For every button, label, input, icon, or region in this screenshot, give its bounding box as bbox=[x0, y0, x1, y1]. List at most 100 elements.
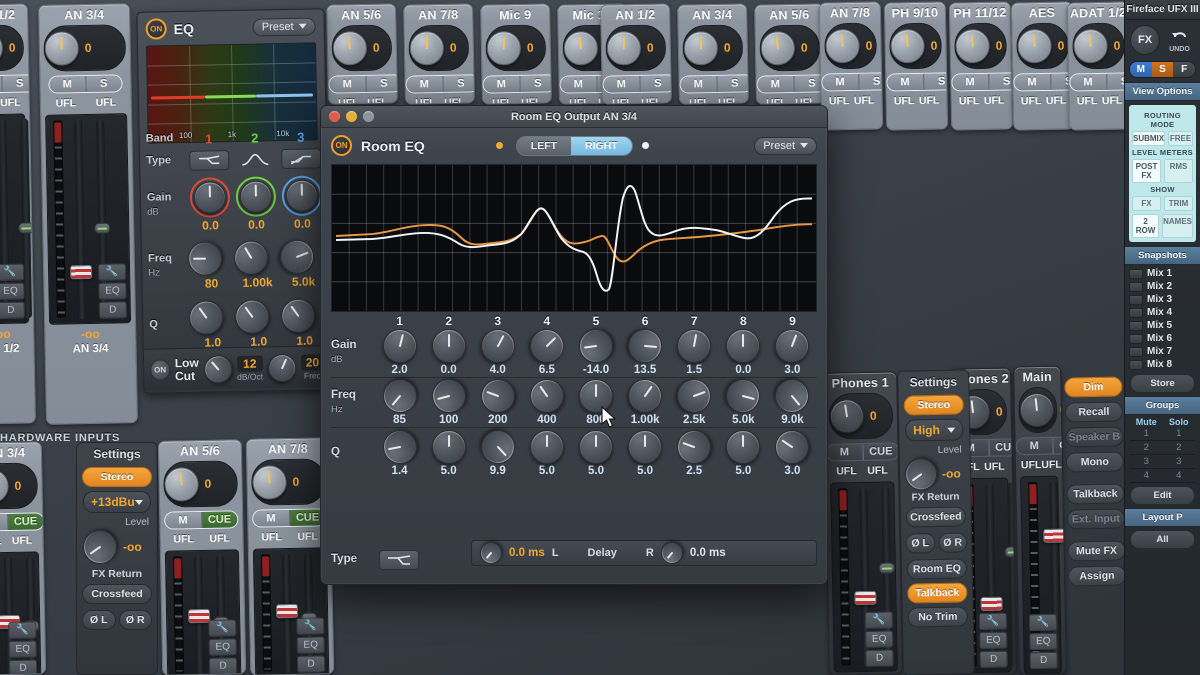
fader-handle[interactable] bbox=[276, 604, 298, 618]
show-opt-trim[interactable]: TRIM bbox=[1164, 196, 1193, 211]
fader-area[interactable]: 🔧EQD bbox=[0, 551, 41, 675]
fader-area[interactable]: 🔧EQD bbox=[830, 481, 898, 672]
control-room-talkback-button[interactable]: Talkback bbox=[1066, 483, 1124, 504]
mute-button[interactable]: M bbox=[165, 512, 201, 529]
channel-strip[interactable]: AN 3/40MCUEUFLUFL🔧EQD-ooAN 3/4 bbox=[0, 441, 46, 675]
mute-button[interactable]: M bbox=[329, 76, 365, 93]
level-meter-rms[interactable]: RMS bbox=[1164, 159, 1193, 183]
pan-knob[interactable] bbox=[827, 397, 866, 436]
wrench-icon[interactable]: 🔧 bbox=[865, 611, 893, 629]
delay-right-knob[interactable] bbox=[656, 538, 687, 569]
pan-control[interactable]: 0 bbox=[682, 24, 743, 71]
snapshot-toggle[interactable] bbox=[1129, 308, 1143, 318]
mute-button[interactable]: M bbox=[826, 444, 862, 461]
room-eq-freq-knob[interactable] bbox=[523, 372, 570, 419]
snapshot-toggle[interactable] bbox=[1129, 347, 1143, 357]
snapshot-toggle[interactable] bbox=[1129, 334, 1143, 344]
snapshot-row[interactable]: Mix 5 bbox=[1129, 319, 1196, 332]
mute-button[interactable]: M bbox=[1016, 438, 1052, 455]
room-eq-preset-dropdown[interactable]: Preset bbox=[754, 137, 817, 155]
show-opt-fx[interactable]: FX bbox=[1132, 196, 1161, 211]
control-room-assign-button[interactable]: Assign bbox=[1068, 565, 1126, 586]
eq-type-button[interactable] bbox=[235, 149, 275, 170]
mute-solo-buttons[interactable]: MS bbox=[756, 74, 826, 93]
room-eq-freq-knob[interactable] bbox=[768, 372, 816, 420]
snapshot-toggle[interactable] bbox=[1129, 360, 1143, 370]
group-mute-cell[interactable]: 4 bbox=[1130, 469, 1163, 483]
eq-freq-knob[interactable] bbox=[228, 234, 275, 281]
mute-solo-buttons[interactable]: MS bbox=[602, 74, 672, 93]
mute-solo-buttons[interactable]: MS bbox=[0, 74, 36, 93]
channel-toggle[interactable]: LEFT RIGHT bbox=[516, 136, 633, 156]
mute-solo-buttons[interactable]: MS bbox=[821, 72, 883, 91]
mute-button[interactable]: M bbox=[757, 76, 793, 93]
d-button[interactable]: D bbox=[99, 301, 127, 319]
wrench-icon[interactable]: 🔧 bbox=[0, 264, 24, 282]
d-button[interactable]: D bbox=[0, 302, 25, 320]
wrench-icon[interactable]: 🔧 bbox=[208, 619, 236, 637]
store-button[interactable]: Store bbox=[1130, 374, 1195, 393]
pan-knob[interactable] bbox=[607, 31, 642, 66]
undo-button[interactable]: UNDO bbox=[1164, 28, 1195, 53]
snapshot-row[interactable]: Mix 7 bbox=[1129, 345, 1196, 358]
channel-strip[interactable]: AN 7/80MSUFLUFL bbox=[403, 3, 475, 104]
eq-q-knob[interactable] bbox=[182, 293, 230, 341]
eq-button[interactable]: EQ bbox=[1029, 633, 1057, 651]
pan-slider-handle[interactable] bbox=[879, 562, 895, 573]
mute-solo-buttons[interactable]: MS bbox=[1013, 72, 1075, 91]
maximize-icon[interactable] bbox=[363, 111, 374, 122]
channel-strip[interactable]: AN 3/40MSUFLUFL🔧EQD-ooAN 3/4 bbox=[38, 3, 138, 425]
group-solo-cell[interactable]: 3 bbox=[1163, 455, 1196, 469]
channel-strip[interactable]: AN 5/60MCUEUFLUFL🔧EQD-ooAN 5/6 bbox=[158, 439, 246, 675]
mute-button[interactable]: M bbox=[680, 76, 716, 93]
pan-control[interactable]: 0 bbox=[759, 24, 820, 71]
snapshot-row[interactable]: Mix 8 bbox=[1129, 358, 1196, 371]
delay-left-knob[interactable] bbox=[476, 538, 507, 569]
low-cut-freq-knob[interactable] bbox=[263, 349, 300, 386]
pan-control[interactable]: 0 bbox=[331, 24, 392, 71]
snapshot-row[interactable]: Mix 2 bbox=[1129, 280, 1196, 293]
pan-knob[interactable] bbox=[0, 468, 10, 505]
close-icon[interactable] bbox=[329, 111, 340, 122]
pan-control[interactable]: 0 bbox=[0, 462, 38, 509]
solo-button[interactable]: S bbox=[923, 73, 949, 90]
mute-toggle[interactable]: M bbox=[1130, 62, 1152, 77]
cue-button[interactable]: CUE bbox=[7, 513, 44, 530]
control-room-mute-fx-button[interactable]: Mute FX bbox=[1067, 540, 1125, 561]
pan-knob[interactable] bbox=[1016, 28, 1053, 65]
eq-q-knob[interactable] bbox=[274, 292, 322, 340]
channel-strip[interactable]: AN 5/60MSUFLUFL bbox=[754, 3, 826, 104]
input-level-knob[interactable] bbox=[76, 523, 123, 570]
room-eq-q-knob[interactable] bbox=[530, 430, 564, 464]
snapshot-toggle[interactable] bbox=[1129, 321, 1143, 331]
pan-control[interactable]: 0 bbox=[829, 392, 894, 439]
control-room-ext-input-button[interactable]: Ext. Input bbox=[1067, 508, 1125, 529]
right-channel-tab[interactable]: RIGHT bbox=[571, 137, 632, 155]
room-eq-gain-knob[interactable] bbox=[674, 326, 714, 366]
output-no-trim-button[interactable]: No Trim bbox=[908, 606, 968, 627]
pan-control[interactable]: 0 bbox=[251, 458, 326, 505]
pan-knob[interactable] bbox=[487, 31, 522, 66]
room-eq-gain-knob[interactable] bbox=[475, 323, 521, 369]
pan-knob[interactable] bbox=[0, 30, 4, 67]
room-eq-q-knob[interactable] bbox=[672, 425, 716, 469]
room-eq-freq-knob[interactable] bbox=[376, 372, 424, 420]
room-eq-gain-knob[interactable] bbox=[627, 328, 664, 365]
fader-track[interactable] bbox=[74, 119, 86, 319]
wrench-icon[interactable]: 🔧 bbox=[1029, 614, 1057, 632]
solo-button[interactable]: S bbox=[639, 75, 672, 92]
routing-mode-free[interactable]: FREE bbox=[1168, 131, 1193, 146]
snapshot-row[interactable]: Mix 3 bbox=[1129, 293, 1196, 306]
d-button[interactable]: D bbox=[1030, 652, 1058, 670]
level-meter-post-fx[interactable]: POST FX bbox=[1132, 159, 1161, 183]
room-eq-on-button[interactable]: ON bbox=[331, 135, 352, 156]
wrench-icon[interactable]: 🔧 bbox=[296, 617, 324, 635]
mute-button[interactable]: M bbox=[406, 76, 442, 93]
channel-strip[interactable]: AES0MSUFLUFL bbox=[1011, 1, 1075, 130]
room-eq-gain-knob[interactable] bbox=[523, 322, 571, 370]
output-quality-dropdown[interactable]: High bbox=[905, 418, 963, 441]
mute-button[interactable]: M bbox=[49, 76, 85, 93]
mute-cue-buttons[interactable]: MCUE bbox=[0, 512, 44, 531]
pan-knob[interactable] bbox=[251, 464, 288, 501]
snapshot-row[interactable]: Mix 4 bbox=[1129, 306, 1196, 319]
